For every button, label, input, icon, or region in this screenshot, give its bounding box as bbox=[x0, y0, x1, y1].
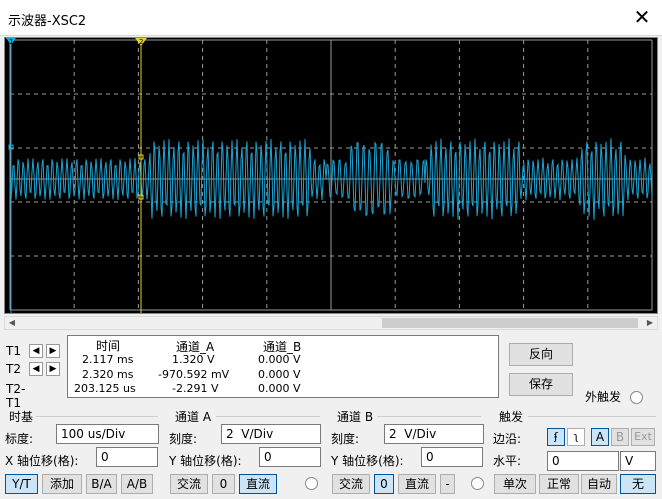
readout-delta-b: 0.000 V bbox=[258, 382, 301, 395]
mode-ab-button[interactable]: A/B bbox=[121, 474, 153, 494]
readout-delta-a: -2.291 V bbox=[172, 382, 219, 395]
t1-left-button[interactable]: ◀ bbox=[29, 344, 43, 358]
edge-rising-icon[interactable]: ʄ bbox=[547, 428, 565, 446]
measurement-readout: 时间 通道_A 通道_B 2.117 ms 1.320 V 0.000 V 2.… bbox=[67, 335, 499, 398]
channel-a-gnd-button[interactable]: 0 bbox=[212, 474, 235, 494]
trigger-level-field[interactable] bbox=[547, 451, 619, 471]
trigger-auto-button[interactable]: 自动 bbox=[581, 474, 617, 494]
scroll-thumb[interactable] bbox=[382, 318, 638, 328]
channel-a-ypos-field[interactable] bbox=[259, 447, 321, 467]
channel-b-ypos-label: Y 轴位移(格): bbox=[331, 454, 404, 468]
ext-trigger-terminal[interactable] bbox=[630, 391, 643, 404]
channel-b-ac-button[interactable]: 交流 bbox=[332, 474, 370, 494]
ext-trigger-label: 外触发 bbox=[585, 390, 622, 404]
cursor-label-t2: T2 bbox=[6, 362, 21, 376]
reverse-button[interactable]: 反向 bbox=[509, 343, 573, 366]
mode-add-button[interactable]: 添加 bbox=[42, 474, 82, 494]
timebase-scale-field[interactable] bbox=[56, 424, 159, 444]
horizontal-scrollbar[interactable]: ◀ ▶ bbox=[4, 316, 658, 330]
close-icon[interactable]: ✕ bbox=[630, 5, 654, 29]
readout-t1-time: 2.117 ms bbox=[82, 353, 134, 366]
readout-delta-time: 203.125 us bbox=[74, 382, 136, 395]
channel-a-dc-button[interactable]: 直流 bbox=[239, 474, 277, 494]
channel-a-scale-field[interactable] bbox=[221, 424, 321, 444]
cursor-t1-label: 1 bbox=[9, 38, 13, 46]
timebase-divider bbox=[36, 416, 158, 417]
channel-a-ac-button[interactable]: 交流 bbox=[170, 474, 208, 494]
channel-b-gnd-button[interactable]: 0 bbox=[374, 474, 394, 494]
trigger-source-a-button[interactable]: A bbox=[591, 428, 609, 446]
readout-t1-b: 0.000 V bbox=[258, 353, 301, 366]
channel-b-terminal[interactable] bbox=[471, 477, 484, 490]
cursor-label-delta: T2-T1 bbox=[6, 382, 26, 410]
timebase-scale-label: 标度: bbox=[5, 432, 34, 446]
trigger-source-b-button[interactable]: B bbox=[611, 428, 629, 446]
trigger-normal-button[interactable]: 正常 bbox=[539, 474, 579, 494]
channel-b-dc-button[interactable]: 直流 bbox=[398, 474, 436, 494]
cursor-t2-label: 2 bbox=[139, 38, 143, 46]
trigger-title: 触发 bbox=[499, 410, 524, 424]
trigger-single-button[interactable]: 单次 bbox=[494, 474, 536, 494]
save-button[interactable]: 保存 bbox=[509, 373, 573, 396]
channel-b-scale-label: 刻度: bbox=[331, 432, 360, 446]
scope-display[interactable]: 12 bbox=[5, 38, 657, 313]
channel-b-divider bbox=[377, 416, 481, 417]
trigger-level-unit[interactable]: V bbox=[620, 451, 656, 471]
window-title: 示波器-XSC2 bbox=[8, 14, 87, 29]
readout-t1-a: 1.320 V bbox=[172, 353, 215, 366]
col-header-time: 时间 bbox=[96, 339, 121, 353]
channel-a-ypos-label: Y 轴位移(格): bbox=[169, 454, 242, 468]
scroll-right-icon[interactable]: ▶ bbox=[643, 317, 657, 329]
channel-a-scale-label: 刻度: bbox=[169, 432, 198, 446]
trigger-level-label: 水平: bbox=[493, 454, 522, 468]
channel-b-ypos-field[interactable] bbox=[421, 447, 483, 467]
edge-falling-icon[interactable]: ʅ bbox=[567, 428, 585, 446]
timebase-xpos-label: X 轴位移(格): bbox=[5, 454, 79, 468]
trigger-source-ext-button[interactable]: Ext bbox=[631, 428, 655, 446]
scroll-left-icon[interactable]: ◀ bbox=[5, 317, 19, 329]
channel-a-divider bbox=[216, 416, 320, 417]
trigger-divider bbox=[528, 416, 656, 417]
timebase-title: 时基 bbox=[9, 410, 34, 424]
readout-t2-b: 0.000 V bbox=[258, 368, 301, 381]
channel-b-minus-button[interactable]: - bbox=[440, 474, 455, 494]
channel-b-scale-field[interactable] bbox=[384, 424, 484, 444]
cursor-label-t1: T1 bbox=[6, 344, 21, 358]
title-bar: 示波器-XSC2 ✕ bbox=[0, 0, 662, 36]
channel-a-terminal[interactable] bbox=[305, 477, 318, 490]
readout-t2-time: 2.320 ms bbox=[82, 368, 134, 381]
channel-b-title: 通道 B bbox=[337, 410, 374, 424]
t2-left-button[interactable]: ◀ bbox=[29, 362, 43, 376]
timebase-xpos-field[interactable] bbox=[96, 447, 158, 467]
readout-t2-a: -970.592 mV bbox=[158, 368, 230, 381]
channel-a-title: 通道 A bbox=[175, 410, 212, 424]
trigger-none-button[interactable]: 无 bbox=[620, 474, 656, 494]
mode-ba-button[interactable]: B/A bbox=[86, 474, 117, 494]
t1-right-button[interactable]: ▶ bbox=[46, 344, 60, 358]
mode-yt-button[interactable]: Y/T bbox=[5, 474, 38, 494]
t2-right-button[interactable]: ▶ bbox=[46, 362, 60, 376]
oscilloscope-screen[interactable]: 12 bbox=[4, 37, 658, 314]
trigger-edge-label: 边沿: bbox=[493, 432, 522, 446]
